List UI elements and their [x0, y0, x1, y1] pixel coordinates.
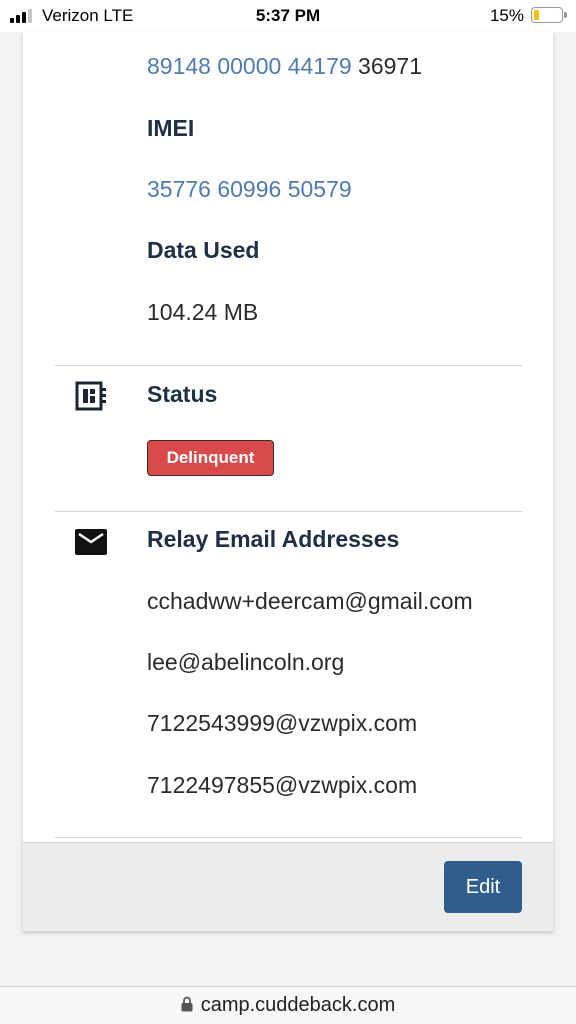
relay-email-item: 7122497855@vzwpix.com — [147, 772, 418, 798]
battery-percentage: 15% — [489, 6, 524, 25]
divider — [55, 365, 522, 366]
edit-button[interactable]: Edit — [444, 861, 522, 913]
iccid-value: 89148 00000 44179 36971 — [147, 53, 422, 80]
dashboard-icon — [75, 381, 107, 411]
status-badge: Delinquent — [147, 440, 274, 476]
divider — [55, 837, 522, 838]
imei-link[interactable]: 35776 60996 50579 — [147, 176, 352, 203]
relay-email-item: cchadww+deercam@gmail.com — [147, 588, 473, 614]
browser-url-bar[interactable]: camp.cuddeback.com — [0, 986, 576, 1024]
card-footer: Edit — [23, 842, 553, 931]
imei-label: IMEI — [147, 115, 195, 141]
relay-email-item: 7122543999@vzwpix.com — [147, 710, 418, 736]
mail-icon — [75, 529, 107, 559]
battery-icon — [531, 7, 567, 23]
status-label: Status — [147, 381, 218, 407]
iccid-link[interactable]: 89148 00000 44179 — [147, 53, 352, 79]
lock-icon — [181, 995, 193, 1018]
data-used-label: Data Used — [147, 237, 260, 263]
data-used-value: 104.24 MB — [147, 299, 259, 325]
divider — [55, 511, 522, 512]
relay-emails-label: Relay Email Addresses — [147, 526, 400, 552]
device-details-card: 89148 00000 44179 36971 IMEI 35776 60996… — [23, 32, 553, 931]
relay-email-item: lee@abelincoln.org — [147, 649, 345, 675]
url-text: camp.cuddeback.com — [200, 994, 396, 1016]
iccid-suffix: 36971 — [358, 53, 423, 79]
status-bar: Verizon LTE 5:37 PM 15% — [0, 0, 576, 32]
